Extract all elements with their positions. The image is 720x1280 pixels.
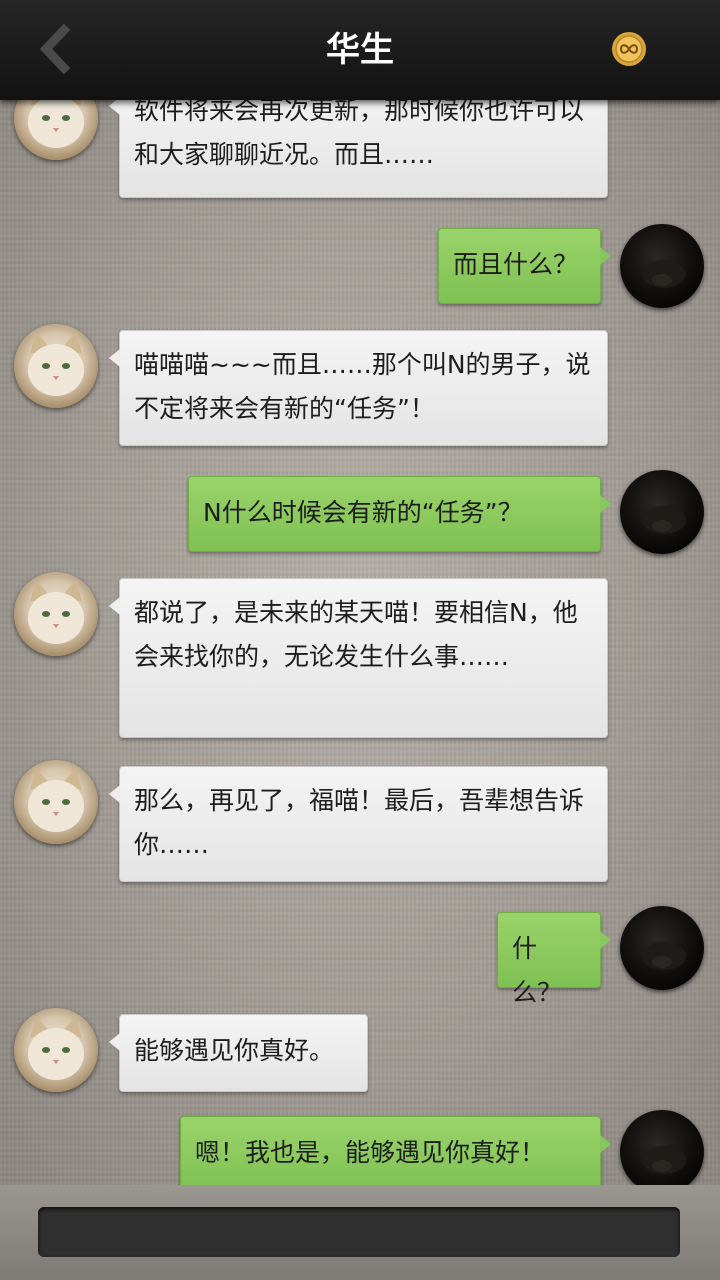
cat-face-icon	[28, 332, 84, 396]
cat-face-icon	[28, 1016, 84, 1080]
cat-avatar[interactable]	[14, 100, 98, 160]
message-bubble-incoming[interactable]: 那么，再见了，福喵！最后，吾辈想告诉你……	[109, 766, 608, 882]
user-face-icon	[642, 942, 686, 970]
message-text: 而且什么？	[453, 250, 579, 279]
message-row: 什么？	[0, 906, 720, 1007]
cat-face-icon	[28, 580, 84, 644]
message-bubble-incoming[interactable]: 软件将来会再次更新，那时候你也许可以和大家聊聊近况。而且……	[109, 100, 608, 198]
message-text: 喵喵喵~~~而且……那个叫N的男子，说不定将来会有新的“任务”！	[134, 350, 591, 423]
message-row: 而且什么？	[0, 224, 720, 314]
user-face-icon	[642, 506, 686, 534]
message-text: 都说了，是未来的某天喵！要相信N，他会来找你的，无论发生什么事……	[134, 598, 578, 671]
cat-avatar[interactable]	[14, 760, 98, 844]
user-face-icon	[642, 1146, 686, 1174]
message-row: 那么，再见了，福喵！最后，吾辈想告诉你……	[0, 760, 720, 884]
message-row: N什么时候会有新的“任务”？	[0, 470, 720, 560]
message-bubble-outgoing[interactable]: 什么？	[497, 912, 611, 1007]
cat-avatar[interactable]	[14, 324, 98, 408]
chat-area[interactable]: 软件将来会再次更新，那时候你也许可以和大家聊聊近况。而且…… 而且什么？ 喵喵喵…	[0, 100, 720, 1185]
message-bubble-outgoing[interactable]: N什么时候会有新的“任务”？	[188, 476, 611, 552]
message-text: N什么时候会有新的“任务”？	[203, 498, 523, 527]
message-text: 软件将来会再次更新，那时候你也许可以和大家聊聊近况。而且……	[134, 100, 585, 169]
cat-avatar[interactable]	[14, 572, 98, 656]
message-row: 嗯！我也是，能够遇见你真好！	[0, 1110, 720, 1185]
cat-avatar[interactable]	[14, 1008, 98, 1092]
message-text: 什么？	[512, 934, 563, 1007]
message-bubble-outgoing[interactable]: 而且什么？	[438, 228, 611, 304]
message-row: 都说了，是未来的某天喵！要相信N，他会来找你的，无论发生什么事……	[0, 572, 720, 740]
user-face-icon	[642, 260, 686, 288]
message-text: 那么，再见了，福喵！最后，吾辈想告诉你……	[134, 786, 585, 859]
message-bubble-incoming[interactable]: 都说了，是未来的某天喵！要相信N，他会来找你的，无论发生什么事……	[109, 578, 608, 738]
message-text: 嗯！我也是，能够遇见你真好！	[195, 1138, 546, 1167]
message-row: 能够遇见你真好。	[0, 1008, 720, 1098]
message-bubble-outgoing[interactable]: 嗯！我也是，能够遇见你真好！	[180, 1116, 611, 1185]
user-avatar[interactable]	[620, 224, 704, 308]
message-bubble-incoming[interactable]: 能够遇见你真好。	[109, 1014, 368, 1092]
top-bar: 华生	[0, 0, 720, 100]
cat-face-icon	[28, 768, 84, 832]
message-row: 喵喵喵~~~而且……那个叫N的男子，说不定将来会有新的“任务”！	[0, 324, 720, 448]
message-text: 能够遇见你真好。	[134, 1036, 335, 1065]
message-bubble-incoming[interactable]: 喵喵喵~~~而且……那个叫N的男子，说不定将来会有新的“任务”！	[109, 330, 608, 446]
infinity-badge-icon[interactable]	[610, 30, 648, 68]
cat-face-icon	[28, 100, 84, 148]
input-bar	[0, 1185, 720, 1280]
user-avatar[interactable]	[620, 906, 704, 990]
message-row: 软件将来会再次更新，那时候你也许可以和大家聊聊近况。而且……	[0, 100, 720, 206]
user-avatar[interactable]	[620, 470, 704, 554]
message-input[interactable]	[38, 1207, 680, 1257]
user-avatar[interactable]	[620, 1110, 704, 1185]
